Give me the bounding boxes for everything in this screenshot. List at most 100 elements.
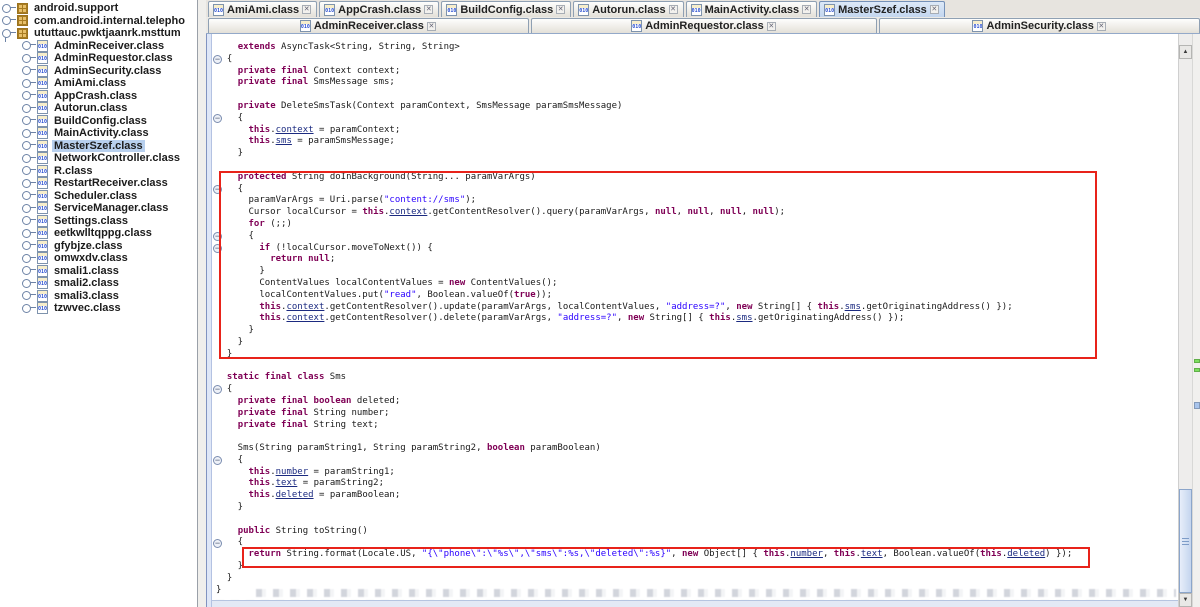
tree-expand-handle-icon[interactable]: [22, 179, 31, 188]
tree-class-item[interactable]: 010 R.class: [0, 165, 197, 178]
horizontal-scrollbar[interactable]: [212, 600, 1178, 607]
tree-expand-handle-icon[interactable]: [22, 291, 31, 300]
editor-tab[interactable]: 010 AdminReceiver.class ✕: [208, 18, 529, 33]
tree-expand-handle-icon[interactable]: [22, 241, 31, 250]
tree-class-item[interactable]: 010 omwxdv.class: [0, 252, 197, 265]
panel-divider[interactable]: [198, 0, 206, 607]
tree-class-item[interactable]: 010 AdminSecurity.class: [0, 65, 197, 78]
fold-collapse-icon[interactable]: −: [213, 185, 222, 194]
tree-expand-handle-icon[interactable]: [22, 279, 31, 288]
tree-class-item[interactable]: 010 ServiceManager.class: [0, 202, 197, 215]
code-keyword: private final: [238, 77, 308, 87]
tree-expand-handle-icon[interactable]: [22, 191, 31, 200]
tree-class-item[interactable]: 010 BuildConfig.class: [0, 115, 197, 128]
tree-class-item[interactable]: 010 eetkwlltqppg.class: [0, 227, 197, 240]
ruler-mark[interactable]: [1194, 359, 1200, 363]
editor-tab[interactable]: 010 Autorun.class ✕: [573, 1, 683, 17]
tree-expand-handle-icon[interactable]: [22, 154, 31, 163]
code-keyword: private final: [238, 66, 308, 76]
fold-collapse-icon[interactable]: −: [213, 114, 222, 123]
tree-expand-handle-icon[interactable]: [22, 129, 31, 138]
close-icon[interactable]: ✕: [930, 5, 939, 14]
class-icon: 010: [37, 77, 48, 89]
editor-tab[interactable]: 010 MasterSzef.class ✕: [819, 1, 945, 17]
code-keyword: extends: [238, 42, 276, 52]
tree-expand-handle-icon[interactable]: [22, 229, 31, 238]
close-icon[interactable]: ✕: [1097, 22, 1106, 31]
tree-package-item[interactable]: android.support: [0, 2, 197, 15]
code-keyword: this: [362, 207, 384, 217]
editor-tab[interactable]: 010 MainActivity.class ✕: [686, 1, 818, 17]
tree-expand-handle-icon[interactable]: [22, 66, 31, 75]
close-icon[interactable]: ✕: [424, 5, 433, 14]
editor-tab[interactable]: 010 AppCrash.class ✕: [319, 1, 439, 17]
tree-expand-handle-icon[interactable]: [22, 141, 31, 150]
tree-package-item[interactable]: ututtauc.pwktjaanrk.msttum: [0, 27, 197, 40]
code-field: sms: [845, 302, 861, 312]
tree-expand-handle-icon[interactable]: [22, 166, 31, 175]
editor-tab[interactable]: 010 AmiAmi.class ✕: [208, 1, 317, 17]
tree-expand-handle-icon[interactable]: [22, 304, 31, 313]
tree-class-item[interactable]: 010 AdminReceiver.class: [0, 40, 197, 53]
tree-expand-handle-icon[interactable]: [22, 91, 31, 100]
tree-expand-handle-icon[interactable]: [2, 16, 11, 25]
tree-expand-handle-icon[interactable]: [22, 116, 31, 125]
package-tree[interactable]: android.support com.android.internal.tel…: [0, 0, 198, 607]
tree-expand-handle-icon[interactable]: [2, 29, 11, 38]
tree-class-item[interactable]: 010 smali1.class: [0, 265, 197, 278]
tree-expand-handle-icon[interactable]: [22, 41, 31, 50]
close-icon[interactable]: ✕: [556, 5, 565, 14]
tree-class-item[interactable]: 010 gfybjze.class: [0, 240, 197, 253]
code-area[interactable]: extends AsyncTask<String, String, String…: [212, 34, 1178, 607]
editor-tab[interactable]: 010 AdminSecurity.class ✕: [879, 18, 1200, 33]
tree-expand-handle-icon[interactable]: [22, 266, 31, 275]
tree-package-item[interactable]: com.android.internal.telepho: [0, 15, 197, 28]
close-icon[interactable]: ✕: [302, 5, 311, 14]
tree-expand-handle-icon[interactable]: [22, 216, 31, 225]
tree-class-item[interactable]: 010 MasterSzef.class: [0, 140, 197, 153]
scroll-up-button[interactable]: ▲: [1179, 45, 1192, 59]
tree-class-item[interactable]: 010 Scheduler.class: [0, 190, 197, 203]
vertical-scrollbar[interactable]: ▲ ▼: [1178, 34, 1192, 607]
ruler-mark[interactable]: [1194, 402, 1200, 409]
tree-class-item[interactable]: 010 NetworkController.class: [0, 152, 197, 165]
thumb-grip-icon: [1182, 538, 1189, 545]
tree-class-item[interactable]: 010 RestartReceiver.class: [0, 177, 197, 190]
tree-class-item[interactable]: 010 Autorun.class: [0, 102, 197, 115]
fold-collapse-icon[interactable]: −: [213, 385, 222, 394]
fold-collapse-icon[interactable]: −: [213, 244, 222, 253]
tree-class-item[interactable]: 010 AppCrash.class: [0, 90, 197, 103]
tree-class-item[interactable]: 010 smali2.class: [0, 277, 197, 290]
scrollbar-thumb[interactable]: [1179, 489, 1192, 593]
tree-expand-handle-icon[interactable]: [22, 79, 31, 88]
code-plain: SmsMessage sms;: [308, 77, 395, 87]
tree-expand-handle-icon[interactable]: [22, 104, 31, 113]
tree-class-item[interactable]: 010 AmiAmi.class: [0, 77, 197, 90]
close-icon[interactable]: ✕: [427, 22, 436, 31]
tree-expand-handle-icon[interactable]: [22, 204, 31, 213]
close-icon[interactable]: ✕: [767, 22, 776, 31]
tree-class-item[interactable]: 010 AdminRequestor.class: [0, 52, 197, 65]
close-icon[interactable]: ✕: [802, 5, 811, 14]
fold-collapse-icon[interactable]: −: [213, 456, 222, 465]
tree-class-item[interactable]: 010 tzwvec.class: [0, 302, 197, 315]
tree-expand-handle-icon[interactable]: [22, 254, 31, 263]
fold-collapse-icon[interactable]: −: [213, 539, 222, 548]
class-icon: 010: [37, 177, 48, 189]
tree-expand-handle-icon[interactable]: [2, 4, 11, 13]
code-line: Sms(String paramString1, String paramStr…: [216, 443, 1072, 455]
tree-class-item[interactable]: 010 MainActivity.class: [0, 127, 197, 140]
tree-class-item[interactable]: 010 smali3.class: [0, 290, 197, 303]
fold-collapse-icon[interactable]: −: [213, 232, 222, 241]
ruler-mark[interactable]: [1194, 368, 1200, 372]
editor-tab[interactable]: 010 AdminRequestor.class ✕: [531, 18, 878, 33]
code-line: [216, 89, 1072, 101]
scroll-down-button[interactable]: ▼: [1179, 593, 1192, 607]
class-name: NetworkController.class: [52, 152, 182, 164]
code-line: return String.format(Locale.US, "{\"phon…: [216, 549, 1072, 561]
fold-collapse-icon[interactable]: −: [213, 55, 222, 64]
tree-expand-handle-icon[interactable]: [22, 54, 31, 63]
close-icon[interactable]: ✕: [669, 5, 678, 14]
editor-tab[interactable]: 010 BuildConfig.class ✕: [441, 1, 571, 17]
tree-class-item[interactable]: 010 Settings.class: [0, 215, 197, 228]
